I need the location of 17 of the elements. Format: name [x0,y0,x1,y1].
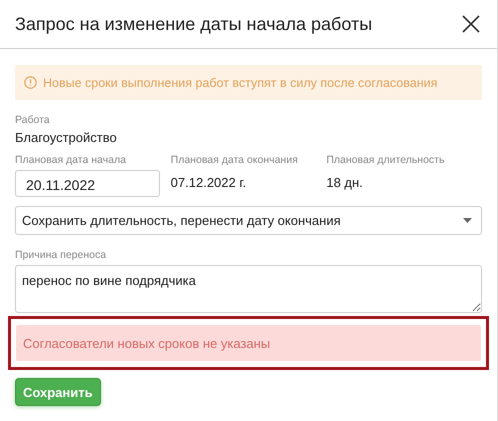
notice-text: Новые сроки выполнения работ вступят в силу после согласования [43,76,438,90]
field-label: Причина переноса [15,249,108,261]
mode-select[interactable]: Сохранить длительность, перенести дату окончания [15,206,482,235]
field-label: Плановая дата начала [15,154,127,166]
date-value: 07.12.2022 г. [170,175,248,190]
date-input[interactable]: 20.11.2022 [15,170,160,197]
info-icon [24,76,37,89]
caret-icon [463,218,472,223]
field-label: Работа [15,114,51,126]
date-value: 18 дн. [326,175,364,190]
dialog-title: Запрос на изменение даты начала работы [15,14,372,34]
error-text: Согласователи новых сроков не указаны [23,336,270,350]
work-value: Благоустройство [15,130,118,145]
reason-textarea[interactable]: перенос по вине подрядчика [15,265,482,313]
close-icon[interactable] [462,15,480,33]
field-label: Плановая длительность [326,154,446,166]
field-label: Плановая дата окончания [170,154,299,166]
